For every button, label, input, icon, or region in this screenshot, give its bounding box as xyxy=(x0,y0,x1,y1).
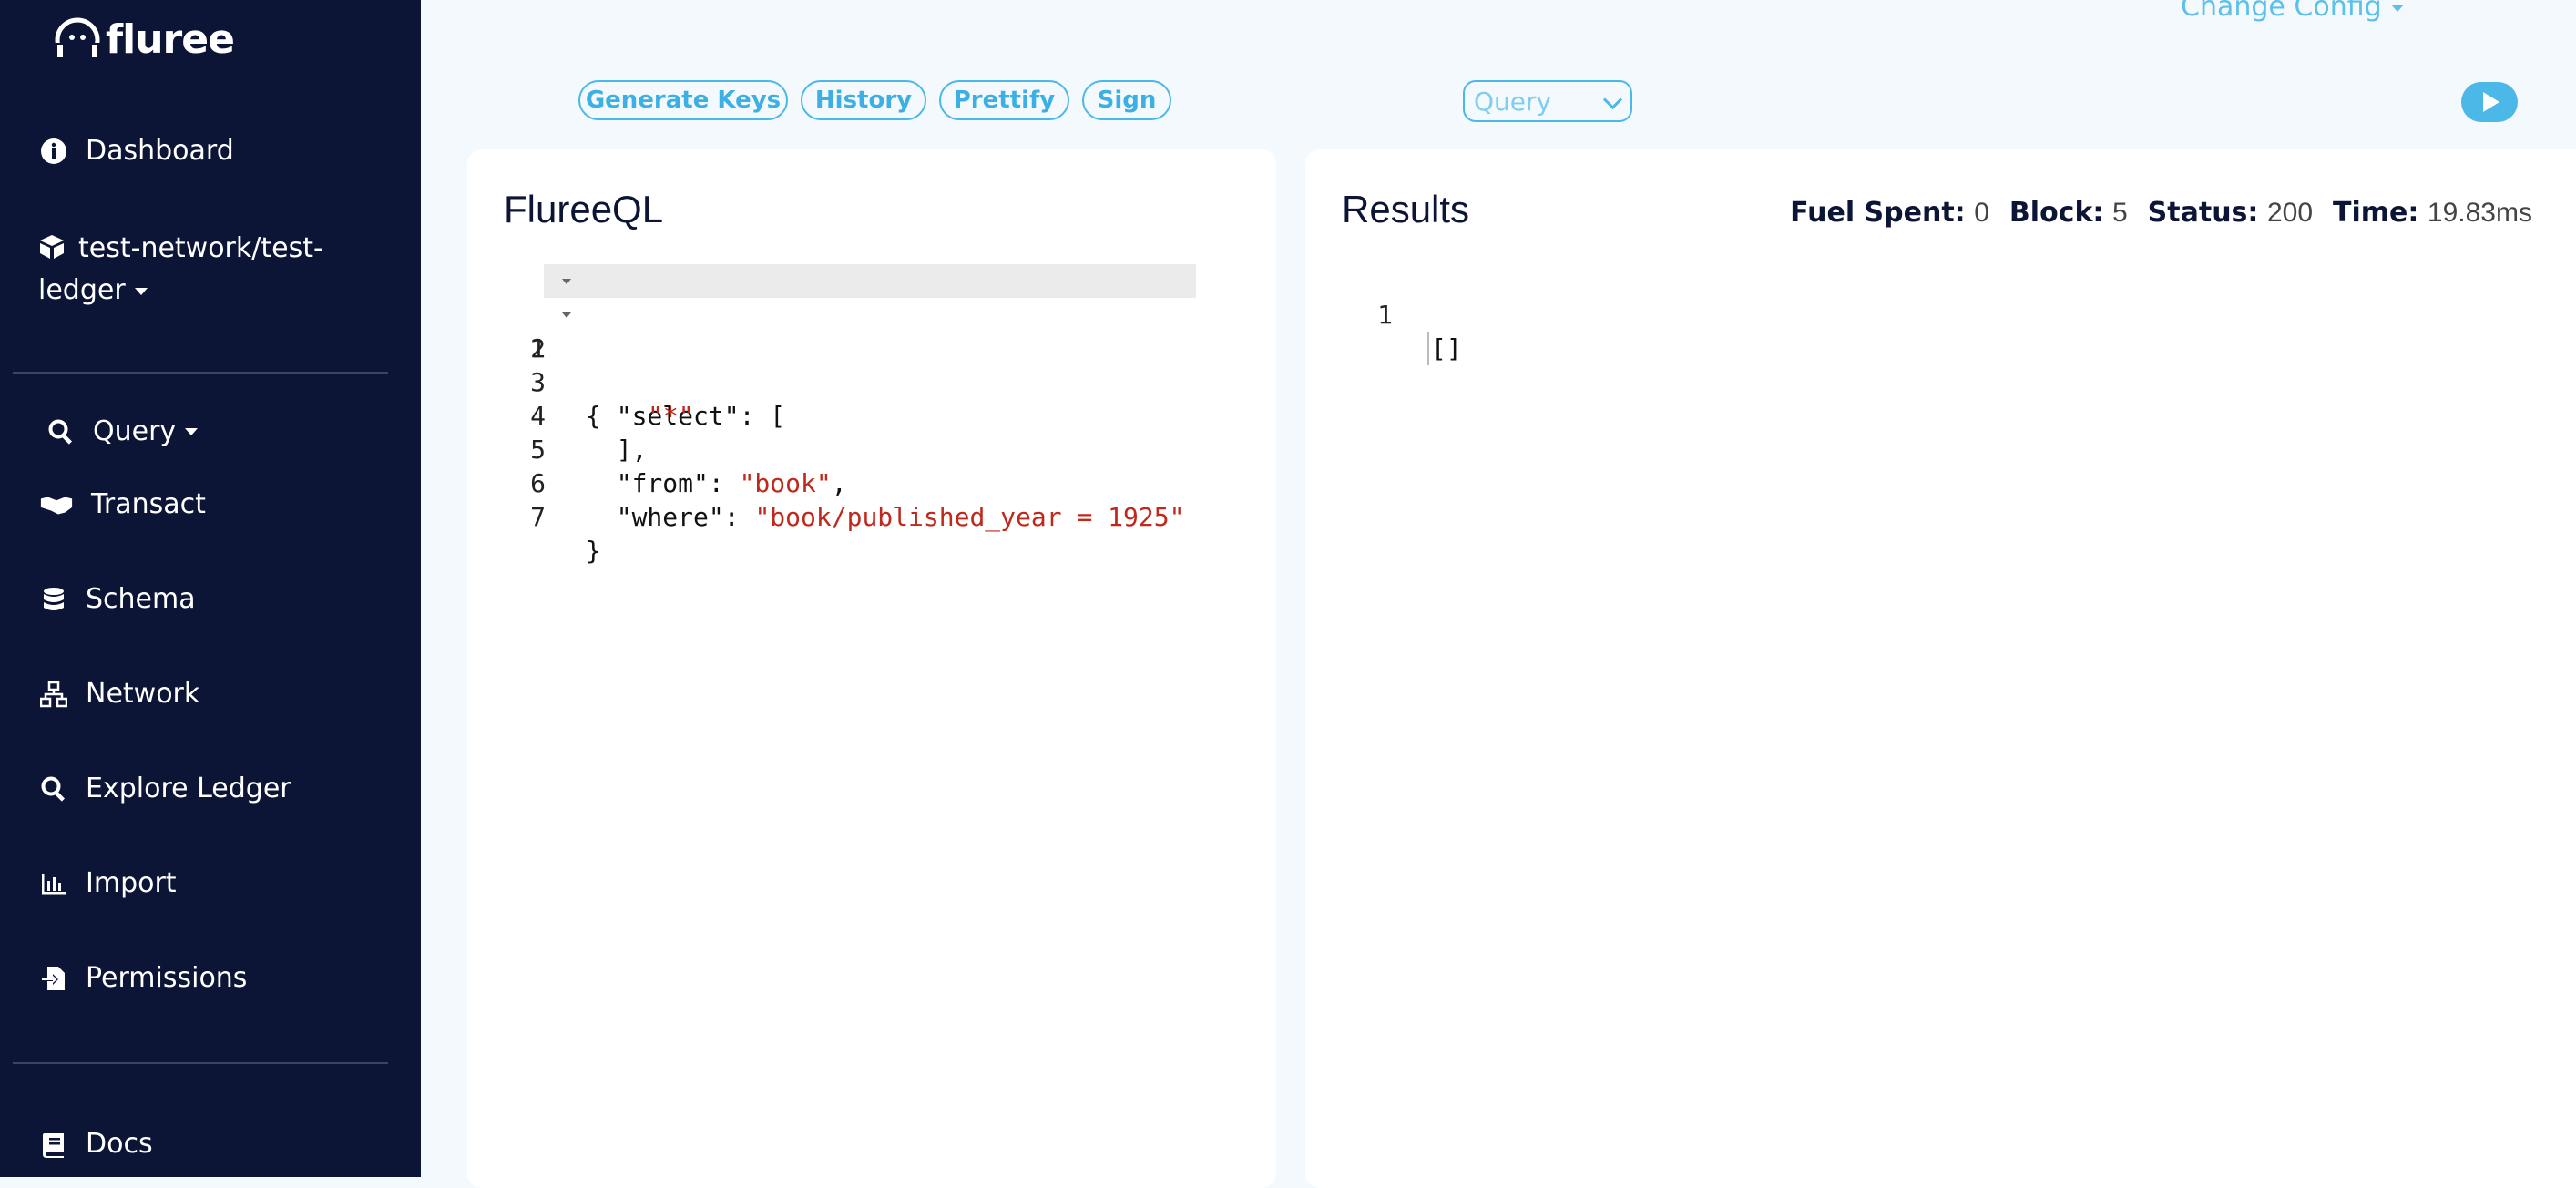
code-editor[interactable]: 1 { 2 "select": [ 3 "*" 4 ], 5 "from": "… xyxy=(467,264,1276,566)
sidebar-item-docs[interactable]: Docs xyxy=(38,1128,153,1160)
fold-arrow-icon[interactable] xyxy=(562,279,571,284)
time-label: Time: xyxy=(2333,197,2419,229)
ledger-selector[interactable]: test-network/test-ledger xyxy=(38,230,384,310)
play-icon xyxy=(2483,92,2499,112)
sidebar-item-explore-ledger[interactable]: Explore Ledger xyxy=(38,773,291,804)
network-icon xyxy=(38,679,69,710)
sidebar-divider xyxy=(13,372,388,374)
active-line-highlight xyxy=(544,264,1196,298)
code-line: 2 "select": [ xyxy=(467,298,1276,431)
editor-panel: FlureeQL 1 { 2 "select": [ 3 "*" 4 ], 5 … xyxy=(467,149,1276,1188)
status-label: Status: xyxy=(2147,197,2259,229)
code-line: 5 "from": "book", xyxy=(467,399,1276,498)
status-value: 200 xyxy=(2266,198,2314,228)
sidebar-item-label: Schema xyxy=(86,583,196,615)
search-icon xyxy=(46,416,77,447)
sidebar-item-label: Network xyxy=(86,678,200,710)
history-button[interactable]: History xyxy=(801,80,926,120)
cube-icon xyxy=(38,233,66,271)
sign-button[interactable]: Sign xyxy=(1082,80,1171,120)
code-line: 3 "*" xyxy=(467,332,1276,431)
query-stats: Fuel Spent: 0 Block: 5 Status: 200 Time:… xyxy=(1790,197,2532,229)
fluree-logo-icon xyxy=(55,17,100,63)
sidebar-item-label: Query xyxy=(93,415,177,447)
chevron-down-icon xyxy=(2390,5,2404,12)
line-number: 7 xyxy=(530,502,546,532)
sidebar-item-label: Explore Ledger xyxy=(86,773,291,804)
chevron-down-icon xyxy=(1602,89,1623,110)
code-text: } xyxy=(586,536,601,566)
code-line: 6 "where": "book/published_year = 1925" xyxy=(467,433,1276,532)
code-line: 1 { xyxy=(467,264,1276,431)
sidebar-item-label: Import xyxy=(86,867,177,899)
handshake-icon xyxy=(38,489,75,520)
brand-name: fluree xyxy=(106,16,235,63)
editor-title: FlureeQL xyxy=(504,188,664,230)
results-output: [] xyxy=(1427,332,1462,365)
change-config-label: Change Config xyxy=(2181,0,2382,23)
chevron-down-icon xyxy=(185,427,199,435)
sidebar: fluree Dashboard test-network/test-ledge… xyxy=(0,0,421,1177)
bar-chart-icon xyxy=(38,868,69,899)
block-value: 5 xyxy=(2111,198,2128,228)
run-query-button[interactable] xyxy=(2461,82,2518,122)
sidebar-item-dashboard[interactable]: Dashboard xyxy=(38,135,234,167)
search-icon xyxy=(38,773,69,804)
info-icon xyxy=(38,136,69,167)
change-config-dropdown[interactable]: Change Config xyxy=(2181,0,2404,23)
line-number: 1 xyxy=(1377,300,1393,330)
code-line: 4 ], xyxy=(467,365,1276,465)
sidebar-item-network[interactable]: Network xyxy=(38,678,199,710)
book-icon xyxy=(38,1129,69,1160)
sidebar-item-permissions[interactable]: Permissions xyxy=(38,962,247,994)
file-import-icon xyxy=(38,963,69,994)
time-value: 19.83ms xyxy=(2427,198,2532,228)
prettify-button[interactable]: Prettify xyxy=(939,80,1069,120)
block-label: Block: xyxy=(2009,197,2104,229)
fold-arrow-icon[interactable] xyxy=(562,312,571,318)
query-type-select[interactable]: Query xyxy=(1463,80,1632,122)
fuel-value: 0 xyxy=(1974,198,1989,228)
fuel-label: Fuel Spent: xyxy=(1790,197,1966,229)
code-line: 1 [] xyxy=(1305,264,2576,365)
results-panel: Results Fuel Spent: 0 Block: 5 Status: 2… xyxy=(1305,149,2576,1188)
sidebar-item-label: Dashboard xyxy=(86,135,234,167)
sidebar-item-label: Docs xyxy=(86,1128,153,1160)
code-line: 7 } xyxy=(467,466,1276,566)
generate-keys-button[interactable]: Generate Keys xyxy=(578,80,788,120)
sidebar-item-transact[interactable]: Transact xyxy=(38,488,206,520)
code-string: "book/published_year = 1925" xyxy=(754,502,1185,532)
sidebar-divider xyxy=(13,1062,388,1064)
chevron-down-icon xyxy=(134,288,148,295)
results-title: Results xyxy=(1342,188,1470,230)
sidebar-item-schema[interactable]: Schema xyxy=(38,583,196,615)
sidebar-item-query[interactable]: Query xyxy=(46,415,199,447)
sidebar-item-label: Transact xyxy=(91,488,206,520)
code-key: "where": xyxy=(586,502,755,532)
results-viewer[interactable]: 1 [] xyxy=(1305,264,2576,365)
sidebar-item-label: Permissions xyxy=(86,962,248,994)
sidebar-item-import[interactable]: Import xyxy=(38,867,177,899)
ledger-name: test-network/test-ledger xyxy=(38,232,323,306)
fluree-logo[interactable]: fluree xyxy=(55,16,235,63)
database-icon xyxy=(38,584,69,615)
query-type-value: Query xyxy=(1474,86,1552,117)
